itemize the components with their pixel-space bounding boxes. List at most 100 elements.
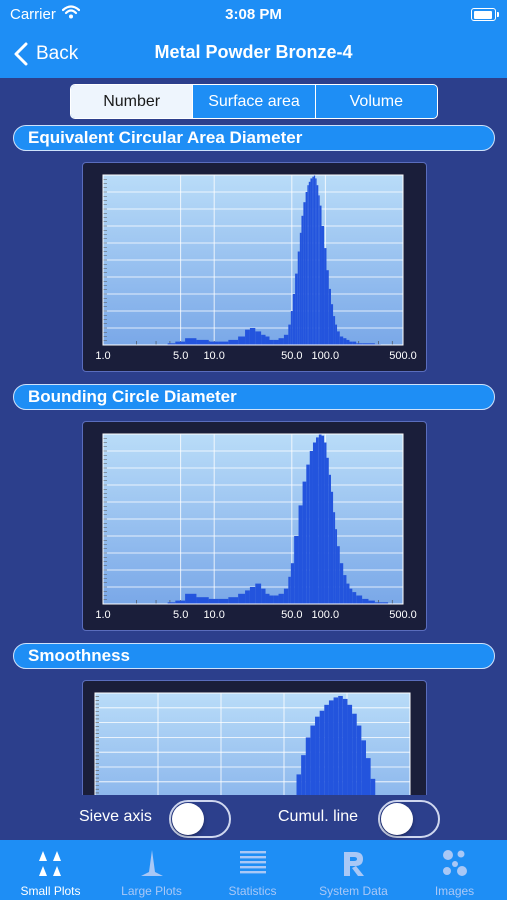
histogram-bar <box>362 598 369 604</box>
histogram-bar <box>349 588 353 604</box>
histogram-bar <box>249 328 256 345</box>
tab-label: Statistics <box>228 884 277 898</box>
histogram-bar <box>298 505 303 604</box>
weighting-segmented-control: Number Surface area Volume <box>70 84 438 119</box>
navigation-bar: Back Metal Powder Bronze-4 <box>0 30 507 78</box>
histogram-bar <box>255 331 262 345</box>
histogram-bar <box>319 205 322 345</box>
tab-large-plots[interactable]: Large Plots <box>101 840 202 900</box>
histogram-bar <box>283 334 289 345</box>
x-tick-label: 1.0 <box>95 609 110 621</box>
histogram-bar <box>326 270 329 345</box>
histogram-bar <box>335 529 338 604</box>
tab-statistics[interactable]: Statistics <box>202 840 303 900</box>
histogram-bar <box>368 600 375 604</box>
histogram-bar <box>208 598 219 604</box>
histogram-bar <box>175 341 186 345</box>
status-bar: Carrier 3:08 PM <box>0 0 507 30</box>
histogram-ecad[interactable]: 1.0 5.0 10.0 50.0 100.0 500.0 <box>82 162 427 372</box>
histogram-bar <box>185 593 197 604</box>
histogram-bar <box>218 341 229 345</box>
section-header-smoothness[interactable]: Smoothness <box>13 643 495 669</box>
histogram-bar <box>324 442 327 604</box>
tab-small-plots[interactable]: Small Plots <box>0 840 101 900</box>
histogram-bar <box>301 215 304 345</box>
histogram-bar <box>238 593 246 604</box>
histogram-bar <box>343 575 347 604</box>
histogram-bar <box>297 251 300 345</box>
histogram-bar <box>339 336 344 345</box>
cumul-line-toggle[interactable] <box>378 800 440 838</box>
histogram-bar <box>318 195 320 345</box>
histogram-bar <box>208 341 219 345</box>
histogram-bar <box>269 339 274 345</box>
histogram-bar <box>218 598 229 604</box>
section-header-ecad[interactable]: Equivalent Circular Area Diameter <box>13 125 495 151</box>
sieve-axis-toggle[interactable] <box>169 800 231 838</box>
histogram-bar <box>318 434 322 604</box>
chevron-left-icon <box>14 42 28 66</box>
segment-surface-area[interactable]: Surface area <box>192 85 314 118</box>
histogram-bar <box>283 588 289 604</box>
histogram-bar <box>261 334 266 345</box>
histogram-bar <box>328 288 331 345</box>
clock: 3:08 PM <box>225 6 282 23</box>
histogram-bar <box>337 546 340 604</box>
plot-options: Sieve axis Cumul. line <box>0 795 507 840</box>
back-button[interactable]: Back <box>14 39 78 69</box>
histogram-bar <box>315 178 317 345</box>
histogram-bar <box>316 185 319 345</box>
histogram-bar <box>352 592 357 604</box>
histogram-bar <box>303 202 306 345</box>
tab-images[interactable]: Images <box>404 840 505 900</box>
histogram-bar <box>312 176 314 345</box>
histogram-bar <box>292 294 296 345</box>
x-tick-label: 100.0 <box>312 350 340 362</box>
images-icon <box>443 850 467 876</box>
histogram-bar <box>324 248 327 345</box>
x-tick-label: 1.0 <box>95 350 110 362</box>
section-header-bounding-circle[interactable]: Bounding Circle Diameter <box>13 384 495 410</box>
x-tick-label: 10.0 <box>203 350 224 362</box>
histogram-bar <box>290 563 295 604</box>
tab-label: Images <box>434 884 475 898</box>
x-tick-label: 50.0 <box>281 609 302 621</box>
histogram-bar <box>196 339 209 345</box>
histogram-bounding-circle[interactable]: 1.0 5.0 10.0 50.0 100.0 500.0 <box>82 421 427 631</box>
battery-icon <box>471 8 499 21</box>
small-plots-icon <box>39 851 61 876</box>
histogram-bar <box>335 324 338 345</box>
histogram-bar <box>321 435 325 604</box>
histogram-bar <box>228 597 239 604</box>
system-data-icon <box>344 852 364 876</box>
x-tick-label: 10.0 <box>203 609 224 621</box>
histogram-bar <box>330 491 334 604</box>
histogram-bar <box>295 273 298 345</box>
histogram-bar <box>309 451 313 604</box>
histogram-bar <box>315 437 319 604</box>
histogram-bar <box>346 583 350 604</box>
histogram-bar <box>337 331 340 345</box>
histogram-bar <box>269 595 274 604</box>
x-tick-label: 500.0 <box>389 350 417 362</box>
histogram-bar <box>313 175 316 345</box>
segment-number[interactable]: Number <box>71 85 193 118</box>
segment-volume[interactable]: Volume <box>314 85 437 118</box>
histogram-bar <box>343 338 347 345</box>
x-tick-label: 5.0 <box>173 609 188 621</box>
histogram-bar <box>307 185 309 345</box>
histogram-bar <box>339 563 344 604</box>
histogram-bar <box>175 600 186 604</box>
x-tick-label: 5.0 <box>173 350 188 362</box>
histogram-bar <box>294 536 299 604</box>
histogram-bar <box>278 338 284 345</box>
histogram-bar <box>302 481 307 604</box>
x-tick-label: 50.0 <box>281 350 302 362</box>
back-label: Back <box>36 43 79 64</box>
histogram-bar <box>333 316 336 345</box>
histogram-bar <box>349 341 353 345</box>
histogram-bar <box>308 181 311 345</box>
histogram-bar <box>352 341 357 345</box>
tab-system-data[interactable]: System Data <box>303 840 404 900</box>
toggle-knob <box>381 803 413 835</box>
